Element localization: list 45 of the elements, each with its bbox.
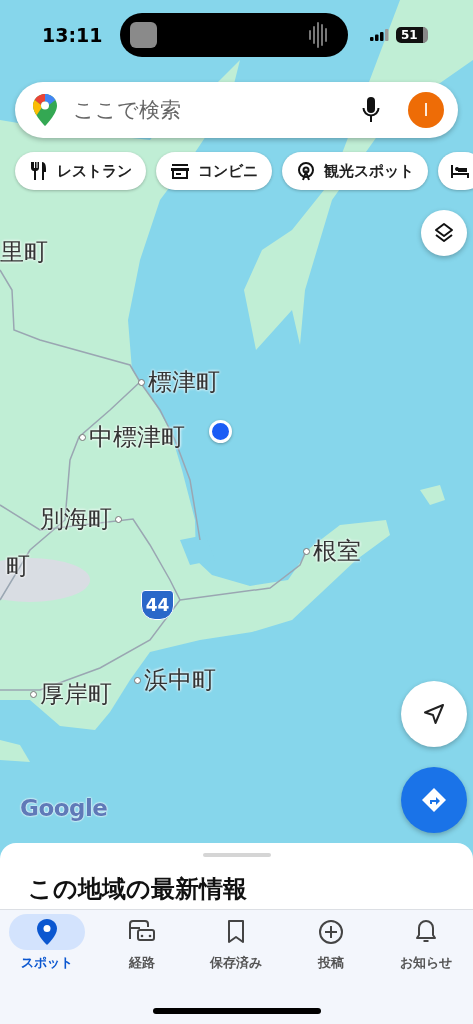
nav-tab[interactable]: お知らせ <box>378 914 473 972</box>
nav-tab[interactable]: 経路 <box>94 914 190 972</box>
islet-shape <box>420 485 445 505</box>
place-label[interactable]: 標津町 <box>148 366 220 398</box>
place-label[interactable]: 別海町 <box>40 503 112 535</box>
place-label[interactable]: 里町 <box>0 236 48 268</box>
plus-circle-icon <box>318 919 345 945</box>
google-logo: Google <box>20 795 108 821</box>
town-dot-icon <box>30 690 37 698</box>
status-time: 13:11 <box>42 24 104 46</box>
fork-knife-icon <box>29 161 49 181</box>
place-label[interactable]: 町 <box>6 550 30 582</box>
signal-icon <box>370 29 390 41</box>
town-dot-icon <box>138 378 145 386</box>
road-shield: 44 <box>141 590 174 620</box>
place-label[interactable]: 浜中町 <box>144 664 216 696</box>
place-label[interactable]: 中標津町 <box>89 421 185 453</box>
microphone-icon[interactable] <box>362 97 380 123</box>
town-dot-icon <box>79 433 86 441</box>
sheet-title: この地域の最新情報 <box>28 874 247 905</box>
category-chip[interactable]: 観光スポット <box>282 152 428 190</box>
battery-indicator: 51 <box>396 27 428 43</box>
location-pin-icon <box>37 919 58 945</box>
place-label[interactable]: 根室 <box>313 535 361 567</box>
place-label[interactable]: 厚岸町 <box>40 678 112 710</box>
maps-pin-logo-icon <box>33 94 57 126</box>
directions-icon <box>421 787 447 813</box>
town-dot-icon <box>134 676 141 684</box>
nav-tab[interactable]: 投稿 <box>283 914 379 972</box>
town-dot-icon <box>303 547 310 555</box>
category-chip[interactable]: レストラン <box>15 152 146 190</box>
bell-icon <box>414 919 437 945</box>
land-shape <box>0 740 30 762</box>
town-dot-icon <box>115 515 122 523</box>
category-chip[interactable]: コンビニ <box>156 152 272 190</box>
bottom-sheet[interactable]: この地域の最新情報 <box>0 843 473 909</box>
ferris-wheel-icon <box>296 161 316 181</box>
navigation-arrow-icon <box>423 703 445 725</box>
layers-icon <box>433 222 455 244</box>
search-field[interactable]: ここで検索 I <box>15 82 458 138</box>
search-placeholder: ここで検索 <box>73 97 182 124</box>
storefront-icon <box>170 161 190 181</box>
bookmark-icon <box>227 920 246 944</box>
drag-handle[interactable] <box>202 853 271 857</box>
nav-tab[interactable]: 保存済み <box>189 914 284 972</box>
